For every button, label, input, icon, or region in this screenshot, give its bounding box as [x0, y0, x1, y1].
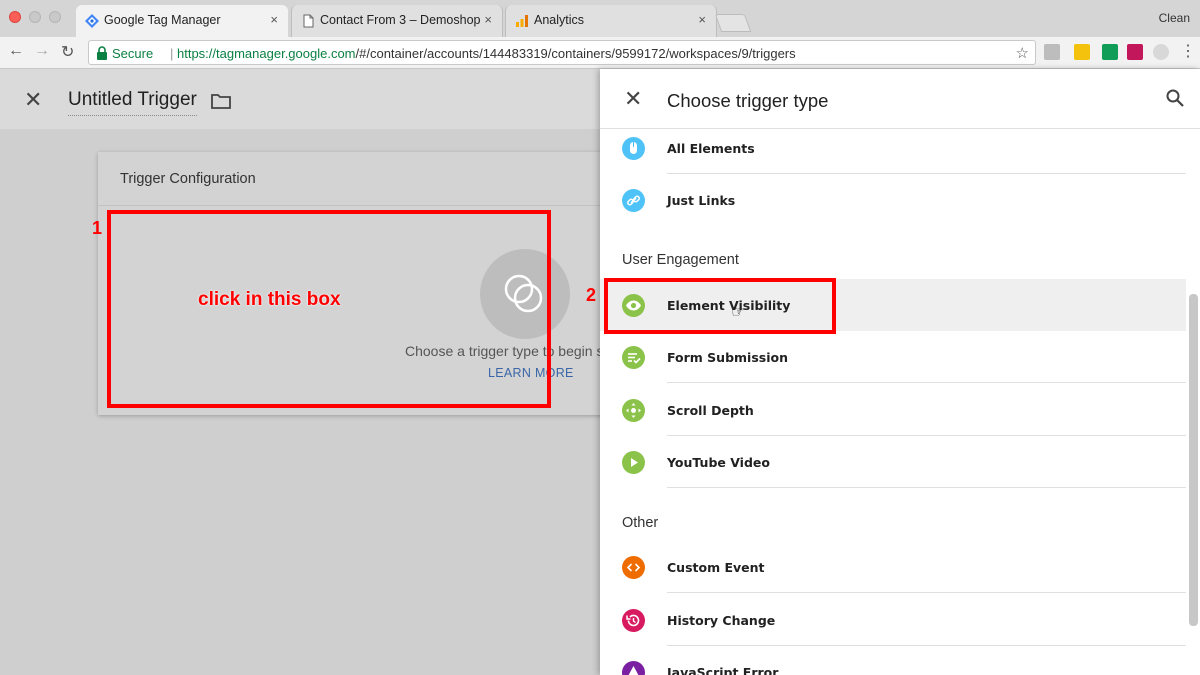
annotation-number-1: 1: [92, 218, 103, 238]
trigger-item-all-elements[interactable]: All Elements: [600, 122, 1186, 174]
gtm-icon: [85, 14, 99, 28]
trigger-item-youtube-video[interactable]: YouTube Video: [600, 436, 1186, 488]
trigger-item-history-change[interactable]: History Change: [600, 594, 1186, 646]
globe-extension-icon[interactable]: [1153, 44, 1169, 60]
window-minimize-button[interactable]: [29, 11, 41, 23]
trigger-item-scroll-depth[interactable]: Scroll Depth: [600, 384, 1186, 436]
trigger-item-custom-event[interactable]: Custom Event: [600, 541, 1186, 593]
tag-assistant-icon[interactable]: [1102, 44, 1118, 60]
close-tab-icon[interactable]: ×: [698, 12, 706, 27]
play-icon: [622, 451, 645, 474]
panel-scrollbar[interactable]: [1189, 294, 1198, 626]
new-tab-button[interactable]: [714, 14, 752, 32]
browser-tab-bar: Google Tag Manager × Contact From 3 – De…: [0, 0, 1200, 37]
trigger-item-just-links[interactable]: Just Links: [600, 174, 1186, 226]
tab-contact-form[interactable]: Contact From 3 – Demoshop ×: [291, 5, 503, 37]
item-divider: [667, 592, 1186, 593]
url-text: https://tagmanager.google.com/#/containe…: [177, 46, 796, 61]
annotation-box-2: [604, 278, 836, 334]
url-path: /#/container/accounts/144483319/containe…: [355, 46, 796, 61]
folder-icon[interactable]: [211, 93, 231, 109]
annotation-number-2: 2: [586, 285, 597, 305]
trigger-header: ✕ Untitled Trigger: [0, 69, 600, 129]
tab-google-tag-manager[interactable]: Google Tag Manager ×: [76, 5, 288, 37]
warning-icon: [622, 661, 645, 675]
close-tab-icon[interactable]: ×: [484, 12, 492, 27]
forward-arrow-icon[interactable]: →: [34, 42, 50, 60]
document-icon: [303, 14, 314, 28]
url-host: tagmanager.google.com: [216, 46, 356, 61]
browser-toolbar: ← → ↻ Secure | https://tagmanager.google…: [0, 37, 1200, 69]
history-icon: [622, 609, 645, 632]
close-icon[interactable]: ✕: [624, 86, 642, 112]
code-icon: [622, 556, 645, 579]
section-title-other: Other: [622, 515, 659, 531]
panel-header: ✕ Choose trigger type: [600, 69, 1200, 129]
analytics-icon: [516, 15, 528, 27]
link-icon: [622, 189, 645, 212]
trigger-item-javascript-error[interactable]: JavaScript Error: [600, 646, 1186, 675]
menu-icon[interactable]: ⋮: [1180, 41, 1196, 61]
item-divider: [667, 382, 1186, 383]
trigger-label: Custom Event: [667, 560, 765, 575]
choose-trigger-type-panel: ✕ Choose trigger type All Elements Just …: [600, 69, 1200, 675]
bookmark-star-icon[interactable]: ☆: [1016, 44, 1029, 62]
trigger-label: JavaScript Error: [667, 665, 779, 675]
section-title-user-engagement: User Engagement: [622, 252, 739, 268]
url-separator: |: [170, 46, 174, 61]
trigger-label: Just Links: [667, 193, 736, 208]
annotation-click-text: click in this box: [198, 289, 341, 310]
form-icon: [622, 346, 645, 369]
tab-title: Contact From 3 – Demoshop: [320, 13, 481, 27]
url-scheme: https://: [177, 46, 217, 61]
card-title: Trigger Configuration: [120, 171, 256, 187]
address-bar[interactable]: Secure | https://tagmanager.google.com/#…: [88, 40, 1036, 65]
trigger-label: YouTube Video: [667, 455, 770, 470]
search-icon[interactable]: [1166, 89, 1184, 107]
scroll-icon: [622, 399, 645, 422]
reload-icon[interactable]: ↻: [61, 42, 74, 62]
panel-title: Choose trigger type: [667, 90, 829, 111]
window-close-button[interactable]: [9, 11, 21, 23]
card-divider: [98, 205, 618, 206]
tab-title: Google Tag Manager: [104, 13, 221, 27]
trigger-item-form-submission[interactable]: Form Submission: [600, 331, 1186, 383]
tab-analytics[interactable]: Analytics ×: [505, 5, 717, 37]
close-icon[interactable]: ✕: [24, 87, 42, 113]
trigger-label: History Change: [667, 613, 776, 628]
tab-title: Analytics: [534, 13, 585, 27]
trigger-label: Scroll Depth: [667, 403, 754, 418]
lock-icon: [97, 46, 107, 60]
trigger-label: Form Submission: [667, 350, 788, 365]
mouse-icon: [622, 137, 645, 160]
back-arrow-icon[interactable]: ←: [8, 42, 24, 60]
code-extension-icon[interactable]: [1044, 44, 1060, 60]
window-zoom-button[interactable]: [49, 11, 61, 23]
trigger-label: All Elements: [667, 141, 755, 156]
flag-extension-icon[interactable]: [1127, 44, 1143, 60]
secure-label: Secure: [112, 46, 154, 61]
trigger-name-field[interactable]: Untitled Trigger: [68, 89, 197, 116]
item-divider: [667, 487, 1186, 488]
profile-label[interactable]: Clean: [1159, 11, 1190, 25]
tag-extension-icon[interactable]: [1074, 44, 1090, 60]
close-tab-icon[interactable]: ×: [270, 12, 278, 27]
